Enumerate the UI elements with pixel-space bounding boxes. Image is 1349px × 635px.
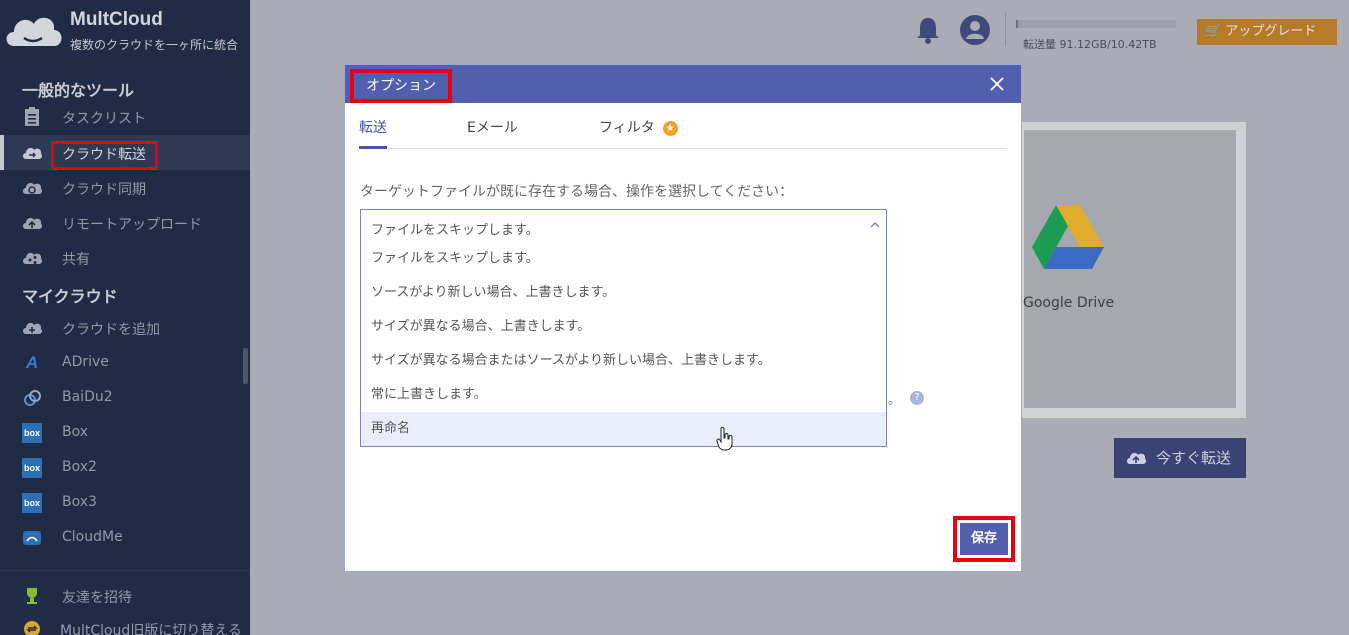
sidebar-item-label: Box2 xyxy=(62,459,97,475)
transfer-usage: 転送量 91.12GB/10.42TB xyxy=(1023,38,1157,51)
sidebar: MultCloud 複数のクラウドを一ヶ所に統合 一般的なツール タスクリスト … xyxy=(0,0,250,635)
bell-icon[interactable] xyxy=(916,16,940,44)
sidebar-item-task-list[interactable]: タスクリスト xyxy=(0,99,250,134)
conflict-action-dropdown: ファイルをスキップします。 ソースがより新しい場合、上書きします。 サイズが異な… xyxy=(360,242,887,451)
sidebar-item-cloudme[interactable]: CloudMe xyxy=(0,520,250,555)
transfer-progress-bar xyxy=(1016,20,1176,28)
cloudme-icon xyxy=(23,531,41,545)
sidebar-item-switch-legacy[interactable]: MultCloud旧版に切り替える xyxy=(0,611,250,635)
section-my-cloud: マイクラウド xyxy=(22,287,118,306)
help-icon[interactable]: ? xyxy=(910,391,924,405)
logo[interactable]: MultCloud 複数のクラウドを一ヶ所に統合 xyxy=(0,0,250,66)
sidebar-scrollbar[interactable] xyxy=(243,348,248,384)
tab-email[interactable]: Eメール xyxy=(467,117,518,137)
box-icon: box xyxy=(22,458,42,478)
options-dialog: オプション 転送 Eメール フィルタ ★ ターゲットファイルが既に存在する場合、操… xyxy=(344,64,1022,572)
task-list-icon xyxy=(25,107,39,126)
cart-icon: 🛒 xyxy=(1205,24,1226,39)
option-overwrite-if-size-or-newer[interactable]: サイズが異なる場合またはソースがより新しい場合、上書きします。 xyxy=(361,344,886,378)
upgrade-button[interactable]: 🛒 アップグレード xyxy=(1197,19,1337,45)
sidebar-item-box3[interactable]: box Box3 xyxy=(0,485,250,520)
divider xyxy=(0,570,250,571)
sidebar-item-label: クラウドを追加 xyxy=(62,322,160,338)
sidebar-item-box2[interactable]: box Box2 xyxy=(0,450,250,485)
app-tagline: 複数のクラウドを一ヶ所に統合 xyxy=(70,38,239,52)
sidebar-item-label: リモートアップロード xyxy=(62,217,202,233)
option-skip[interactable]: ファイルをスキップします。 xyxy=(361,242,886,276)
switch-icon xyxy=(24,621,40,635)
adrive-icon: A xyxy=(25,353,39,372)
options-tabs: 転送 Eメール フィルタ ★ xyxy=(359,103,1007,149)
sidebar-item-label: 友達を招待 xyxy=(62,590,132,606)
share-icon xyxy=(23,252,42,264)
cloud-sync-icon xyxy=(23,182,42,194)
transfer-now-label: 今すぐ転送 xyxy=(1156,449,1232,467)
target-cloud-panel-inner[interactable] xyxy=(1024,130,1236,408)
save-highlight-box: 保存 xyxy=(953,516,1015,562)
sidebar-item-label: Box3 xyxy=(62,494,97,510)
sidebar-item-box[interactable]: box Box xyxy=(0,415,250,450)
sidebar-item-invite-friends[interactable]: 友達を招待 xyxy=(0,578,250,613)
option-always-overwrite[interactable]: 常に上書きします。 xyxy=(361,378,886,412)
transfer-now-button[interactable]: 今すぐ転送 xyxy=(1114,438,1246,478)
remote-upload-icon xyxy=(23,217,42,229)
option-rename[interactable]: 再命名 xyxy=(361,412,886,446)
header-divider xyxy=(1005,12,1006,46)
chevron-up-icon xyxy=(870,222,880,228)
transfer-progress-fill xyxy=(1016,20,1018,28)
sidebar-item-label: クラウド同期 xyxy=(62,182,146,198)
user-icon xyxy=(966,21,984,39)
star-icon: ★ xyxy=(662,120,678,136)
conflict-action-select[interactable]: ファイルをスキップします。 xyxy=(360,209,887,243)
sidebar-item-label: ADrive xyxy=(62,354,109,370)
sidebar-item-adrive[interactable]: A ADrive xyxy=(0,345,250,380)
google-drive-label: Google Drive xyxy=(1023,295,1115,311)
cloud-upload-icon xyxy=(1127,452,1146,464)
option-overwrite-if-newer[interactable]: ソースがより新しい場合、上書きします。 xyxy=(361,276,886,310)
baidu-icon xyxy=(24,390,41,406)
hand-cursor-icon xyxy=(716,427,733,451)
sidebar-item-label: MultCloud旧版に切り替える xyxy=(60,623,242,635)
highlight-box xyxy=(51,141,158,170)
partial-text: 。 xyxy=(888,393,902,408)
sidebar-item-label: BaiDu2 xyxy=(62,389,113,405)
google-drive-icon xyxy=(1032,205,1104,269)
app-name: MultCloud xyxy=(70,9,163,30)
sidebar-item-label: 共有 xyxy=(62,252,90,268)
sidebar-item-cloud-sync[interactable]: クラウド同期 xyxy=(0,170,250,205)
add-cloud-icon xyxy=(23,322,42,334)
select-value: ファイルをスキップします。 xyxy=(371,223,539,238)
active-tab-indicator xyxy=(359,146,387,149)
close-icon[interactable] xyxy=(987,74,1007,94)
upgrade-label: アップグレード xyxy=(1225,24,1317,39)
section-general-tools: 一般的なツール xyxy=(22,81,135,100)
sidebar-item-baidu2[interactable]: BaiDu2 xyxy=(0,380,250,415)
avatar[interactable] xyxy=(960,15,990,45)
sidebar-item-add-cloud[interactable]: クラウドを追加 xyxy=(0,310,250,345)
sidebar-item-remote-upload[interactable]: リモートアップロード xyxy=(0,205,250,240)
tab-transfer[interactable]: 転送 xyxy=(359,117,387,137)
sidebar-item-label: Box xyxy=(62,424,89,440)
conflict-prompt: ターゲットファイルが既に存在する場合、操作を選択してください： xyxy=(360,184,794,200)
box-icon: box xyxy=(22,493,42,513)
dialog-title: オプション xyxy=(350,69,452,103)
cloud-transfer-icon xyxy=(23,147,42,159)
dialog-header: オプション xyxy=(345,65,1021,103)
tab-filter[interactable]: フィルタ ★ xyxy=(599,117,678,137)
multcloud-logo-icon xyxy=(6,17,62,46)
sidebar-item-label: タスクリスト xyxy=(62,111,146,127)
tab-filter-label: フィルタ xyxy=(599,120,655,136)
sidebar-item-share[interactable]: 共有 xyxy=(0,240,250,275)
save-button[interactable]: 保存 xyxy=(960,523,1008,555)
option-overwrite-if-size-differs[interactable]: サイズが異なる場合、上書きします。 xyxy=(361,310,886,344)
sidebar-item-label: CloudMe xyxy=(62,529,123,545)
box-icon: box xyxy=(22,423,42,443)
trophy-icon xyxy=(27,588,37,604)
